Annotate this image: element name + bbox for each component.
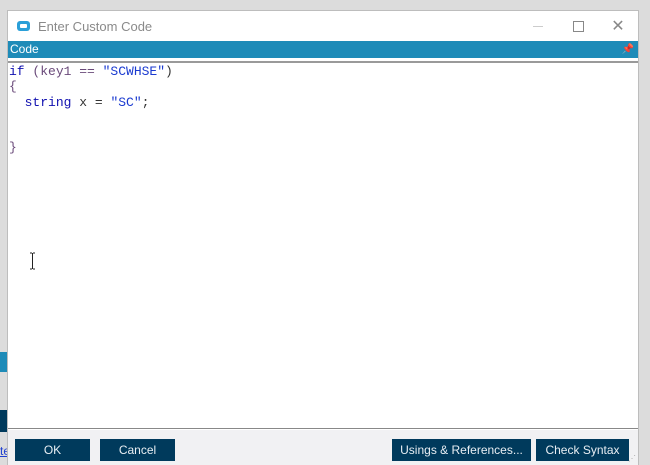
window-title: Enter Custom Code	[38, 18, 153, 34]
background-link[interactable]: te	[0, 444, 7, 458]
custom-code-dialog: Enter Custom Code ✕ Code 📌 if (key1 == "…	[7, 10, 639, 465]
ok-button[interactable]: OK	[15, 439, 90, 461]
code-editor[interactable]: if (key1 == "SCWHSE"){ string x = "SC"; …	[8, 61, 638, 429]
background-strip	[0, 352, 7, 372]
button-bar: OK Cancel Usings & References... Check S…	[8, 430, 638, 465]
cancel-button[interactable]: Cancel	[100, 439, 175, 461]
usings-references-button[interactable]: Usings & References...	[392, 439, 531, 461]
minimize-button[interactable]	[518, 11, 558, 41]
code-line: if (key1 == "SCWHSE")	[9, 64, 173, 79]
code-line: string x = "SC";	[24, 94, 150, 110]
minimize-icon	[533, 25, 543, 27]
text-cursor-icon	[30, 252, 35, 270]
title-bar[interactable]: Enter Custom Code ✕	[8, 11, 638, 41]
close-button[interactable]: ✕	[598, 11, 638, 41]
check-syntax-button[interactable]: Check Syntax	[536, 439, 629, 461]
app-icon	[17, 21, 30, 31]
panel-title: Code	[10, 42, 39, 56]
close-icon: ✕	[611, 18, 625, 35]
code-line: }	[9, 140, 17, 156]
code-panel-header: Code 📌	[8, 41, 638, 58]
maximize-icon	[572, 20, 584, 32]
background-strip	[0, 410, 7, 432]
resize-grip-icon[interactable]: ⋰	[628, 454, 636, 463]
maximize-button[interactable]	[558, 11, 598, 41]
pin-icon[interactable]: 📌	[622, 41, 634, 58]
code-line: {	[9, 79, 17, 95]
